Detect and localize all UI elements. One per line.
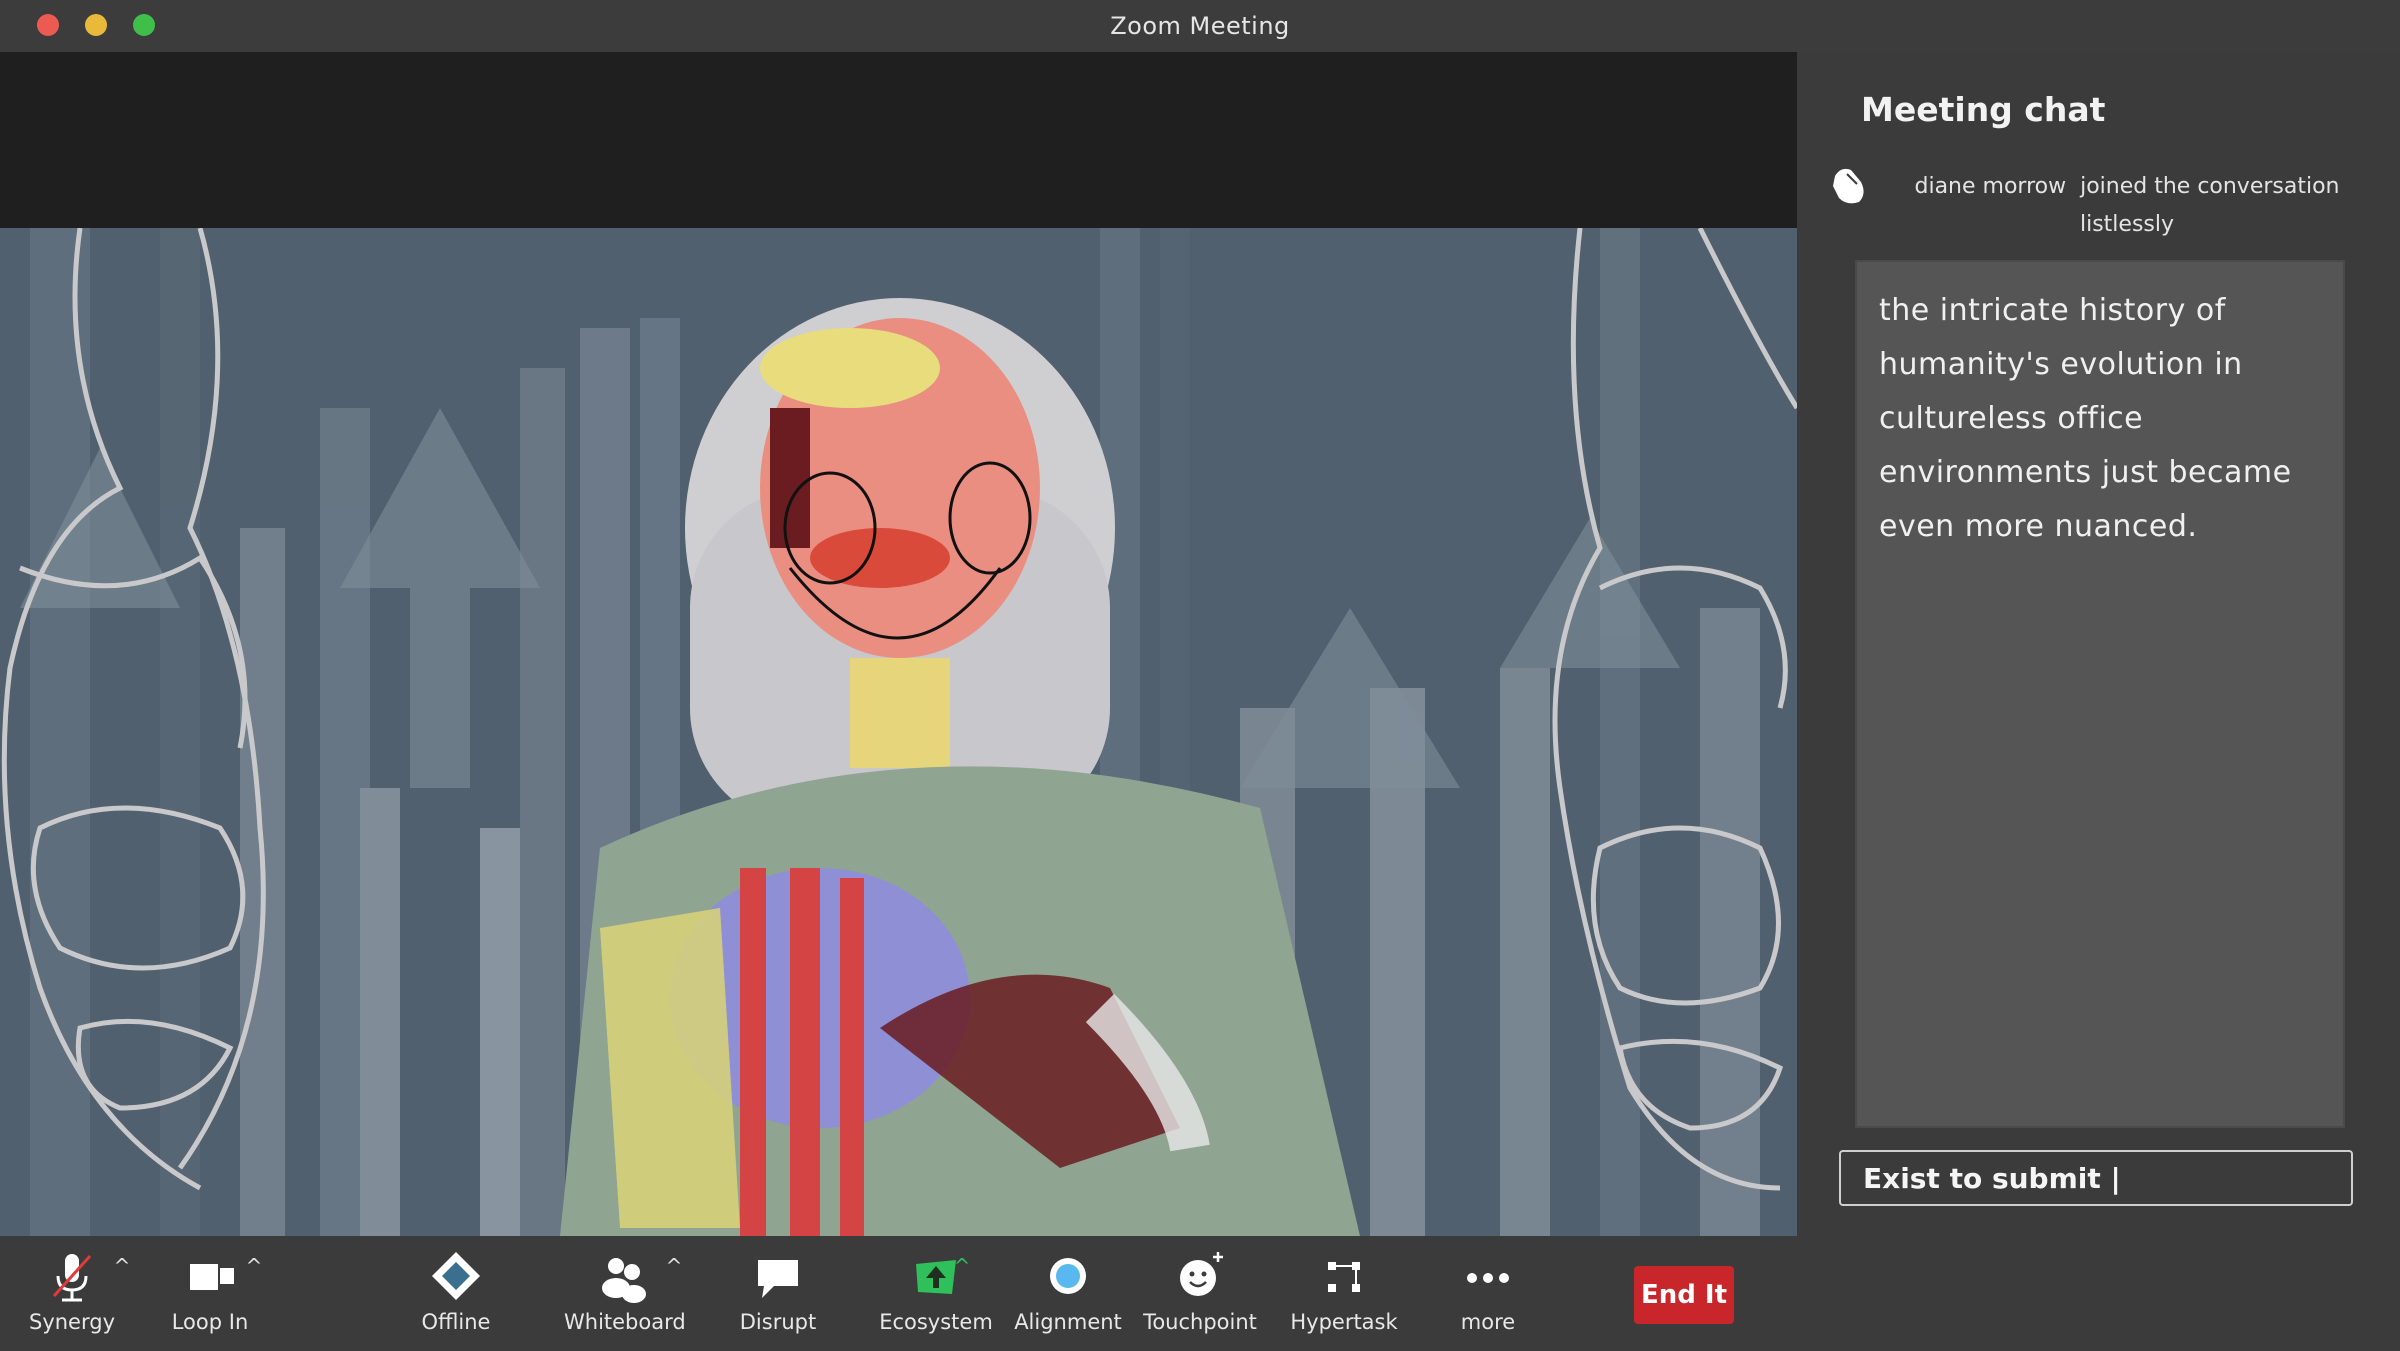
video-area	[0, 52, 1797, 1236]
hypertask-button[interactable]: Hypertask	[1284, 1248, 1404, 1348]
chat-sidebar: Meeting chat diane morrow joined the conv…	[1797, 52, 2400, 1351]
synergy-options-caret[interactable]: ^	[112, 1254, 132, 1278]
meeting-toolbar: Synergy ^ Loop In ^ Offline Whiteboard ^	[0, 1236, 1797, 1351]
window-titlebar: Zoom Meeting	[0, 0, 2400, 54]
chat-message-text: the intricate history of humanity's evol…	[1879, 293, 2292, 544]
join-text: diane morrow joined the conversation list…	[1887, 168, 2367, 244]
alignment-button[interactable]: Alignment	[1008, 1248, 1128, 1348]
loop-in-label: Loop In	[171, 1310, 249, 1334]
hand-wave-icon	[1833, 168, 1864, 204]
disrupt-button[interactable]: Disrupt	[718, 1248, 838, 1348]
loop-in-options-caret[interactable]: ^	[244, 1254, 264, 1278]
offline-label: Offline	[421, 1310, 491, 1334]
more-label: more	[1460, 1310, 1516, 1334]
chat-message-box: the intricate history of humanity's evol…	[1855, 260, 2345, 1128]
touchpoint-button[interactable]: Touchpoint	[1140, 1248, 1260, 1348]
video-painting	[1, 228, 1797, 1236]
more-button[interactable]: more	[1428, 1248, 1548, 1348]
touchpoint-label: Touchpoint	[1143, 1310, 1257, 1334]
muted-microphone-icon	[52, 1254, 92, 1302]
alignment-label: Alignment	[1014, 1310, 1122, 1334]
whiteboard-options-caret[interactable]: ^	[664, 1254, 684, 1278]
video-camera-icon	[190, 1264, 234, 1290]
smiley-plus-icon	[1180, 1252, 1223, 1296]
join-user-name: diane morrow	[1914, 174, 2067, 199]
apps-icon	[1328, 1262, 1360, 1292]
whiteboard-label: Whiteboard	[564, 1310, 686, 1334]
record-circle-icon	[1050, 1258, 1086, 1294]
end-meeting-button[interactable]: End It	[1634, 1266, 1734, 1324]
ecosystem-options-caret[interactable]: ^	[952, 1254, 972, 1278]
hypertask-label: Hypertask	[1290, 1310, 1398, 1334]
speech-bubble-icon	[758, 1260, 798, 1298]
join-message: joined the conversation listlessly	[2079, 174, 2340, 237]
disrupt-label: Disrupt	[739, 1310, 817, 1334]
ecosystem-button[interactable]: Ecosystem	[876, 1248, 996, 1348]
ellipsis-icon	[1467, 1273, 1509, 1283]
offline-button[interactable]: Offline	[396, 1248, 516, 1348]
participant-video[interactable]	[0, 228, 1797, 1236]
chat-title: Meeting chat	[1861, 90, 2106, 129]
participants-icon	[602, 1258, 646, 1303]
window-title: Zoom Meeting	[1110, 12, 1290, 40]
synergy-label: Synergy	[28, 1310, 115, 1334]
share-diamond-icon	[432, 1252, 480, 1300]
ecosystem-label: Ecosystem	[879, 1310, 993, 1334]
chat-input[interactable]	[1839, 1150, 2353, 1206]
